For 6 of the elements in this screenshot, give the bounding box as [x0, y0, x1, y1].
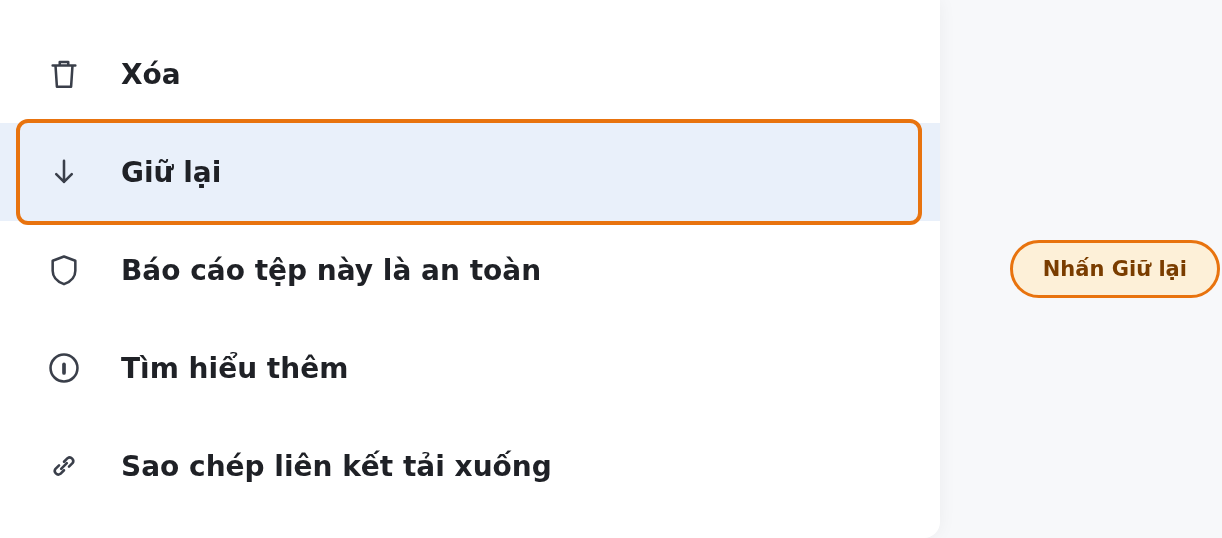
menu-item[interactable]: Báo cáo tệp này là an toàn [0, 221, 940, 319]
info-icon [47, 351, 81, 385]
instruction-callout: Nhấn Giữ lại [1009, 240, 1220, 298]
menu-item[interactable]: Xóa [0, 25, 940, 123]
menu-item[interactable]: Tìm hiểu thêm [0, 319, 940, 417]
menu-item[interactable]: Sao chép liên kết tải xuống [0, 417, 940, 515]
